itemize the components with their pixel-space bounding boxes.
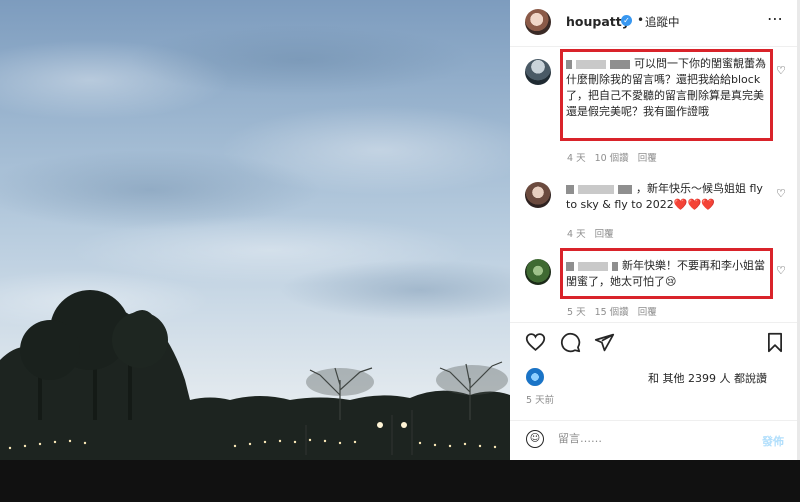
heart-icon[interactable]: ♡: [776, 264, 786, 277]
comment-time: 5 天: [567, 307, 586, 318]
separator-dot: •: [637, 13, 645, 27]
redacted-username: [566, 59, 572, 69]
redacted-username: [612, 261, 618, 271]
post-side-panel: houpatty ✓ • 追蹤中 ⋯ 可以問一下你的閨蜜靚蕾為什麼刪除我的留言嗎…: [510, 0, 797, 460]
heart-icon[interactable]: ♡: [776, 187, 786, 200]
comment-time: 4 天: [567, 229, 586, 240]
commenter-avatar[interactable]: [525, 182, 551, 208]
redacted-username: [566, 261, 574, 271]
reply-button[interactable]: 回覆: [638, 153, 657, 164]
comment-meta: 5 天 15 個讚 回覆: [567, 304, 666, 318]
post-comment-button[interactable]: 發佈: [762, 433, 784, 449]
liker-avatar[interactable]: [526, 368, 544, 386]
more-options-icon[interactable]: ⋯: [767, 9, 783, 28]
redacted-username: [610, 59, 630, 69]
emoji-icon[interactable]: ☺: [526, 430, 544, 448]
commenter-avatar[interactable]: [525, 259, 551, 285]
comment-meta: 4 天 10 個讚 回覆: [567, 150, 666, 164]
post-photo: [0, 0, 510, 460]
comment-text: ，新年快乐～候鸟姐姐 fly to sky & fly to 2022❤️❤️❤…: [566, 181, 766, 213]
redacted-username: [578, 184, 614, 194]
action-bar: [510, 322, 797, 363]
verified-badge-icon: ✓: [621, 15, 632, 26]
bookmark-icon[interactable]: [766, 332, 784, 353]
heart-icon[interactable]: [525, 332, 546, 352]
redacted-username: [578, 261, 608, 271]
comment-text: 可以問一下你的閨蜜靚蕾為什麼刪除我的留言嗎？還把我給給block了，把自己不愛聽…: [566, 56, 766, 120]
comment-time: 4 天: [567, 153, 586, 164]
following-button[interactable]: 追蹤中: [645, 14, 680, 30]
share-icon[interactable]: [594, 332, 615, 353]
redacted-username: [566, 184, 574, 194]
heart-icon[interactable]: ♡: [776, 64, 786, 77]
comment-text: 新年快樂！不要再和李小姐當閨蜜了，她太可怕了😢: [566, 258, 766, 290]
reply-button[interactable]: 回覆: [595, 229, 614, 240]
redacted-username: [618, 184, 632, 194]
author-avatar[interactable]: [525, 9, 551, 35]
likes-count[interactable]: 和 其他 2399 人 都說讚: [648, 370, 767, 386]
comment-input[interactable]: [558, 432, 748, 445]
sky-landscape-image: [0, 25, 510, 460]
comment-icon[interactable]: [560, 332, 581, 353]
comment-likes[interactable]: 10 個讚: [595, 153, 629, 164]
post-header: houpatty ✓ • 追蹤中 ⋯: [510, 0, 797, 47]
comment-composer: ☺ 發佈: [510, 420, 797, 461]
redacted-username: [576, 59, 606, 69]
comment-meta: 4 天回覆: [567, 226, 623, 240]
reply-button[interactable]: 回覆: [638, 307, 657, 318]
comment-likes[interactable]: 15 個讚: [595, 307, 629, 318]
commenter-avatar[interactable]: [525, 59, 551, 85]
post-time: 5 天前: [526, 395, 555, 406]
bottom-bar: [0, 460, 800, 502]
